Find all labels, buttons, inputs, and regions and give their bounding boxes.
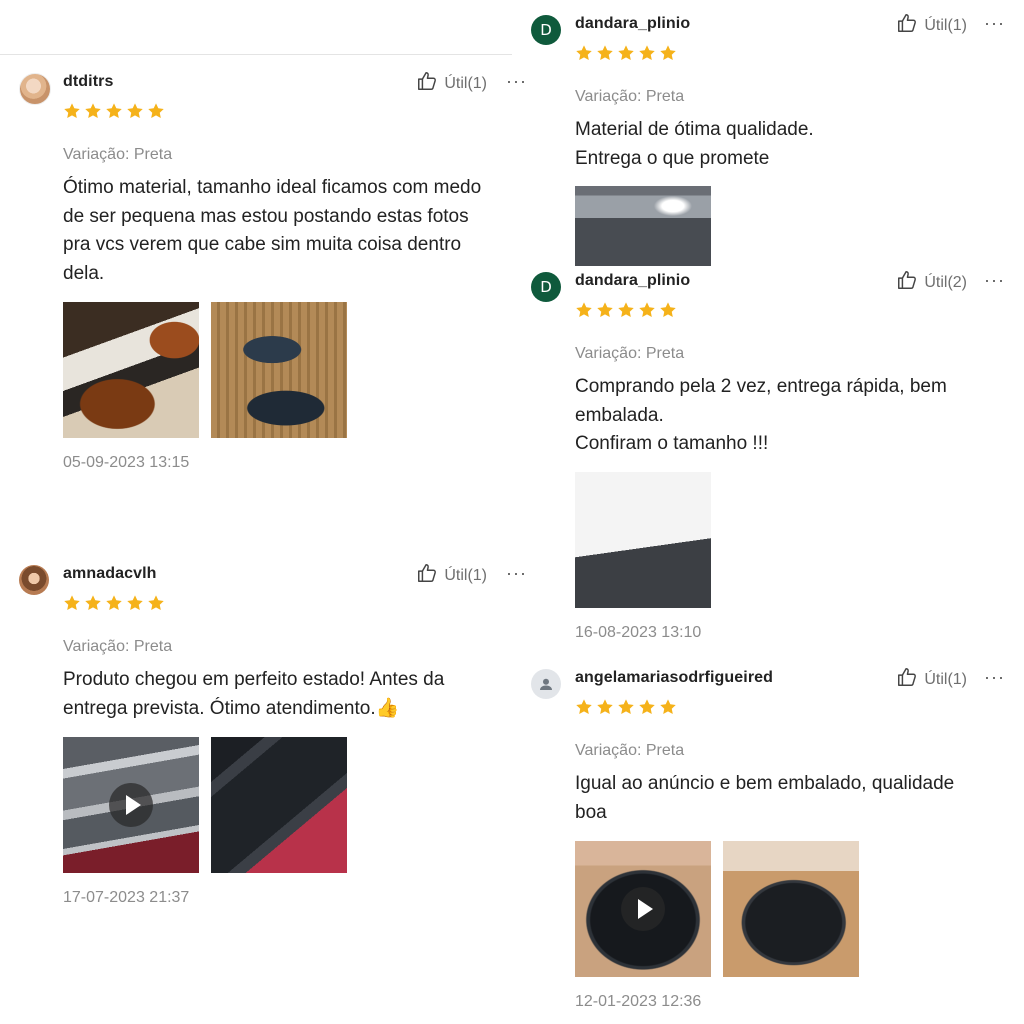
review-video[interactable] [575, 841, 711, 977]
star-icon [576, 45, 592, 61]
user-avatar[interactable] [19, 565, 49, 595]
review-text-line: Material de ótima qualidade. [575, 119, 814, 140]
more-options-icon[interactable]: ··· [984, 270, 1005, 291]
user-avatar[interactable]: D [531, 15, 561, 45]
star-icon [85, 103, 101, 119]
review-text-line: Entrega o que promete [575, 147, 770, 169]
star-rating [63, 594, 165, 612]
helpful-count: Útil(1) [924, 670, 967, 688]
helpful-button[interactable]: Útil(2) [896, 269, 967, 296]
section-divider [0, 54, 512, 55]
star-icon [127, 103, 143, 119]
more-options-icon[interactable]: ··· [506, 563, 527, 584]
review-text: Material de ótima qualidade. Entrega o q… [575, 116, 1005, 173]
star-icon [106, 103, 122, 119]
review-media [575, 841, 859, 977]
person-icon [540, 678, 552, 690]
star-icon [618, 45, 634, 61]
star-rating [575, 44, 677, 62]
helpful-button[interactable]: Útil(1) [416, 70, 487, 97]
username[interactable]: amnadacvlh [63, 565, 156, 583]
review-media [575, 472, 711, 608]
star-icon [639, 699, 655, 715]
review-photo[interactable] [211, 302, 347, 438]
star-icon [127, 595, 143, 611]
review-media [63, 302, 347, 438]
variation-label: Variação: Preta [63, 638, 173, 655]
review-text: Comprando pela 2 vez, entrega rápida, be… [575, 373, 975, 459]
review-photo[interactable] [575, 472, 711, 608]
username[interactable]: dandara_plinio [575, 15, 690, 33]
star-icon [660, 699, 676, 715]
more-options-icon[interactable]: ··· [506, 71, 527, 92]
helpful-count: Útil(1) [444, 74, 487, 92]
thumbs-up-icon [896, 666, 918, 693]
play-icon[interactable] [109, 783, 153, 827]
review-text-line: Confiram o tamanho !!! [575, 433, 769, 454]
helpful-button[interactable]: Útil(1) [896, 12, 967, 39]
variation-label: Variação: Preta [63, 146, 173, 163]
helpful-count: Útil(1) [444, 566, 487, 584]
more-options-icon[interactable]: ··· [984, 667, 1005, 688]
star-rating [575, 301, 677, 319]
review-photo[interactable] [575, 186, 711, 266]
review-text: Produto chegou em perfeito estado! Antes… [63, 669, 445, 719]
helpful-count: Útil(2) [924, 273, 967, 291]
review-media [63, 737, 347, 873]
username[interactable]: dtditrs [63, 73, 113, 91]
thumbs-up-icon [896, 12, 918, 39]
more-options-icon[interactable]: ··· [984, 13, 1005, 34]
user-avatar[interactable] [531, 669, 561, 699]
star-icon [148, 595, 164, 611]
thumbs-up-icon [896, 269, 918, 296]
star-icon [85, 595, 101, 611]
variation-label: Variação: Preta [575, 345, 685, 362]
review-text-line: Comprando pela 2 vez, entrega rápida, be… [575, 376, 947, 426]
review-date: 12-01-2023 12:36 [575, 993, 702, 1010]
review-text: Igual ao anúncio e bem embalado, qualida… [575, 773, 955, 823]
star-icon [639, 302, 655, 318]
review-media [575, 186, 711, 266]
review-photo[interactable] [723, 841, 859, 977]
star-icon [660, 45, 676, 61]
star-icon [618, 302, 634, 318]
user-avatar[interactable]: D [531, 272, 561, 302]
star-icon [597, 302, 613, 318]
variation-label: Variação: Preta [575, 742, 685, 759]
star-icon [597, 699, 613, 715]
review-date: 16-08-2023 13:10 [575, 624, 702, 641]
review-text: Ótimo material, tamanho ideal ficamos co… [63, 177, 482, 284]
review-date: 17-07-2023 21:37 [63, 889, 190, 906]
star-icon [64, 103, 80, 119]
review-photo[interactable] [63, 302, 199, 438]
star-icon [597, 45, 613, 61]
star-icon [576, 302, 592, 318]
helpful-count: Útil(1) [924, 16, 967, 34]
username[interactable]: dandara_plinio [575, 272, 690, 290]
review-photo[interactable] [211, 737, 347, 873]
thumbs-up-icon [416, 562, 438, 589]
helpful-button[interactable]: Útil(1) [416, 562, 487, 589]
star-icon [64, 595, 80, 611]
username[interactable]: angelamariasodrfigueired [575, 669, 773, 687]
thumbs-up-icon [416, 70, 438, 97]
star-rating [63, 102, 165, 120]
star-icon [618, 699, 634, 715]
star-icon [639, 45, 655, 61]
variation-label: Variação: Preta [575, 88, 685, 105]
review-date: 05-09-2023 13:15 [63, 454, 190, 471]
star-icon [576, 699, 592, 715]
review-video[interactable] [63, 737, 199, 873]
user-avatar[interactable] [19, 73, 51, 105]
star-icon [106, 595, 122, 611]
helpful-button[interactable]: Útil(1) [896, 666, 967, 693]
star-icon [148, 103, 164, 119]
play-icon[interactable] [621, 887, 665, 931]
star-rating [575, 698, 677, 716]
star-icon [660, 302, 676, 318]
